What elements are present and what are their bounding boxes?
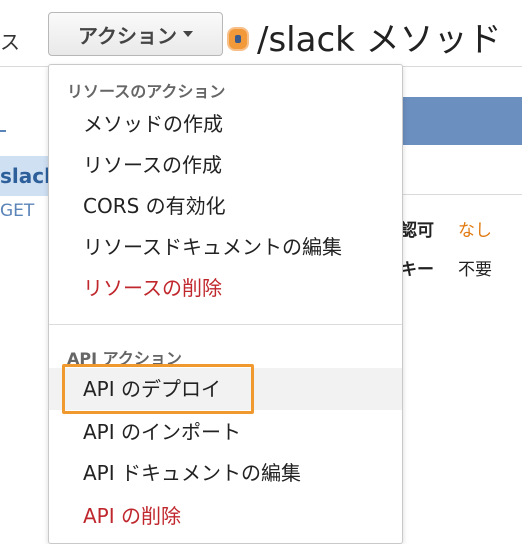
method-execution-header	[400, 97, 522, 145]
api-key-label: キー	[400, 260, 434, 280]
caret-down-icon	[183, 31, 193, 37]
menu-item-create-method[interactable]: メソッドの作成	[49, 103, 402, 145]
authorization-value-link[interactable]: なし	[458, 216, 492, 241]
menu-item-delete-api[interactable]: API の削除	[49, 495, 402, 537]
menu-item-deploy-api[interactable]: API のデプロイ	[49, 368, 402, 410]
actions-dropdown-button[interactable]: アクション	[48, 12, 223, 56]
menu-item-import-api[interactable]: API のインポート	[49, 411, 402, 453]
actions-button-label: アクション	[78, 23, 177, 48]
actions-dropdown-menu: リソースのアクション メソッドの作成 リソースの作成 CORS の有効化 リソー…	[48, 64, 403, 544]
authorization-label: 認可	[400, 221, 434, 241]
resources-label-fragment: ス	[0, 30, 20, 54]
menu-item-edit-api-docs[interactable]: API ドキュメントの編集	[49, 452, 402, 494]
api-key-value: 不要	[458, 260, 492, 280]
menu-item-delete-resource[interactable]: リソースの削除	[49, 267, 402, 309]
tree-connector	[0, 130, 6, 132]
tree-item-get[interactable]: GET	[0, 201, 34, 221]
cursor-indicator-icon	[229, 29, 247, 49]
menu-divider	[49, 324, 402, 325]
section-divider	[400, 194, 522, 195]
page-title: /slack メソッド	[257, 20, 502, 60]
menu-item-edit-resource-docs[interactable]: リソースドキュメントの編集	[49, 226, 402, 268]
resource-actions-header: リソースのアクション	[67, 82, 226, 101]
api-actions-header: API アクション	[67, 349, 182, 368]
menu-item-create-resource[interactable]: リソースの作成	[49, 144, 402, 186]
menu-item-enable-cors[interactable]: CORS の有効化	[49, 185, 402, 227]
